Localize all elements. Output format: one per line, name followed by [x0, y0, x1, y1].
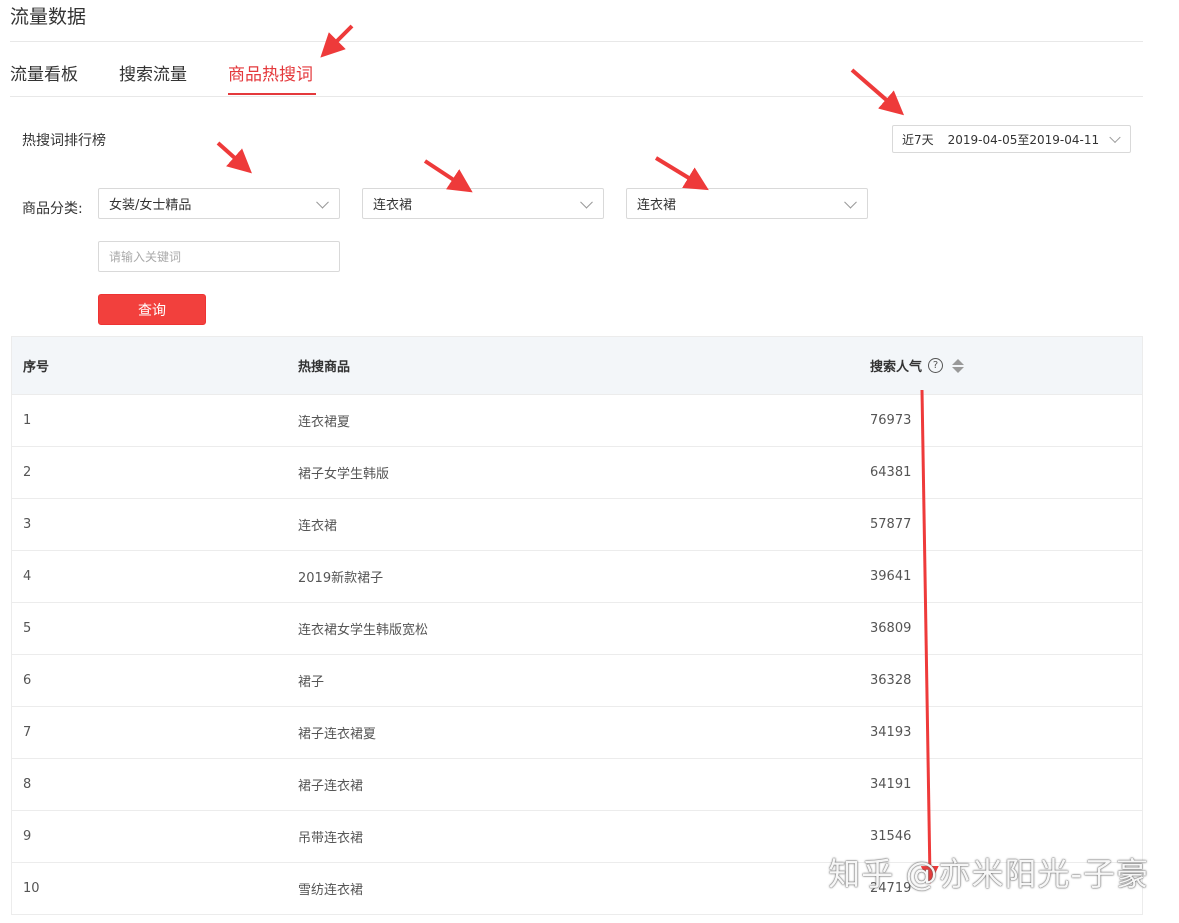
question-circle-icon[interactable]: ?: [928, 358, 944, 373]
row-popularity: 34193: [870, 725, 912, 740]
table-row: 8 裙子连衣裙 34191: [12, 759, 1142, 811]
row-popularity: 34191: [870, 777, 912, 792]
header-index: 序号: [23, 360, 50, 375]
ranking-title: 热搜词排行榜: [22, 133, 106, 149]
chevron-down-icon: [316, 195, 329, 209]
row-index: 7: [23, 725, 32, 740]
row-index: 9: [23, 829, 32, 844]
date-range-select[interactable]: 近7天 2019-04-05至2019-04-11: [892, 125, 1131, 153]
sort-icon[interactable]: [952, 358, 965, 373]
row-popularity: 36809: [870, 621, 912, 636]
row-popularity: 36328: [870, 673, 912, 688]
row-index: 3: [23, 517, 32, 532]
row-index: 10: [23, 881, 40, 896]
table-row: 4 2019新款裙子 39641: [12, 551, 1142, 603]
tab-traffic-dashboard[interactable]: 流量看板: [10, 60, 78, 85]
row-index: 5: [23, 621, 32, 636]
row-product: 连衣裙夏: [298, 415, 351, 430]
table-row: 3 连衣裙 57877: [12, 499, 1142, 551]
table-row: 6 裙子 36328: [12, 655, 1142, 707]
page-title: 流量数据: [10, 6, 87, 28]
row-index: 2: [23, 465, 32, 480]
row-product: 裙子连衣裙: [298, 779, 364, 794]
row-popularity: 57877: [870, 517, 912, 532]
title-divider: [10, 41, 1143, 42]
row-index: 4: [23, 569, 32, 584]
annotation-arrow: [423, 159, 473, 193]
date-range: 2019-04-05至2019-04-11: [947, 132, 1100, 147]
row-index: 1: [23, 413, 32, 428]
watermark: 知乎 @亦米阳光-子豪: [828, 855, 1149, 893]
category-label: 商品分类:: [22, 201, 83, 217]
row-index: 6: [23, 673, 32, 688]
annotation-arrow: [850, 68, 905, 116]
row-index: 8: [23, 777, 32, 792]
row-popularity: 76973: [870, 413, 912, 428]
annotation-arrow: [216, 141, 252, 174]
row-popularity: 39641: [870, 569, 912, 584]
table-row: 5 连衣裙女学生韩版宽松 36809: [12, 603, 1142, 655]
row-popularity: 31546: [870, 829, 912, 844]
active-tab-underline: [228, 93, 316, 95]
table-header: 序号 热搜商品 搜索人气 ?: [12, 337, 1142, 395]
category-select-level-2[interactable]: 连衣裙: [362, 188, 604, 219]
category-select-value: 连衣裙: [373, 198, 413, 213]
header-popularity-label: 搜索人气: [870, 360, 923, 375]
header-product: 热搜商品: [298, 360, 351, 375]
tabs-divider: [10, 96, 1143, 97]
row-product: 2019新款裙子: [298, 571, 384, 586]
category-select-value: 连衣裙: [637, 198, 677, 213]
row-product: 雪纺连衣裙: [298, 883, 364, 898]
tab-hot-search-words[interactable]: 商品热搜词: [228, 60, 313, 85]
tab-search-traffic[interactable]: 搜索流量: [119, 60, 187, 85]
table-row: 2 裙子女学生韩版 64381: [12, 447, 1142, 499]
chevron-down-icon: [580, 195, 593, 209]
chevron-down-icon: [1109, 131, 1121, 144]
query-button[interactable]: 查询: [98, 294, 206, 325]
header-popularity[interactable]: 搜索人气 ?: [870, 356, 965, 375]
category-select-level-3[interactable]: 连衣裙: [626, 188, 868, 219]
table-row: 1 连衣裙夏 76973: [12, 395, 1142, 447]
row-product: 吊带连衣裙: [298, 831, 364, 846]
date-period: 近7天: [902, 132, 934, 147]
category-select-level-1[interactable]: 女装/女士精品: [98, 188, 340, 219]
annotation-arrow: [320, 24, 354, 58]
row-product: 裙子连衣裙夏: [298, 727, 377, 742]
hot-search-table: 序号 热搜商品 搜索人气 ? 1 连衣裙夏 76973 2 裙子女学生韩版 64381 3 连…: [11, 336, 1143, 915]
row-popularity: 64381: [870, 465, 912, 480]
category-select-value: 女装/女士精品: [109, 198, 192, 213]
chevron-down-icon: [844, 195, 857, 209]
row-product: 连衣裙女学生韩版宽松: [298, 623, 429, 638]
row-product: 裙子女学生韩版: [298, 467, 390, 482]
table-row: 7 裙子连衣裙夏 34193: [12, 707, 1142, 759]
row-product: 裙子: [298, 675, 325, 690]
row-product: 连衣裙: [298, 519, 338, 534]
keyword-input[interactable]: [98, 241, 340, 272]
annotation-arrow: [654, 156, 709, 191]
